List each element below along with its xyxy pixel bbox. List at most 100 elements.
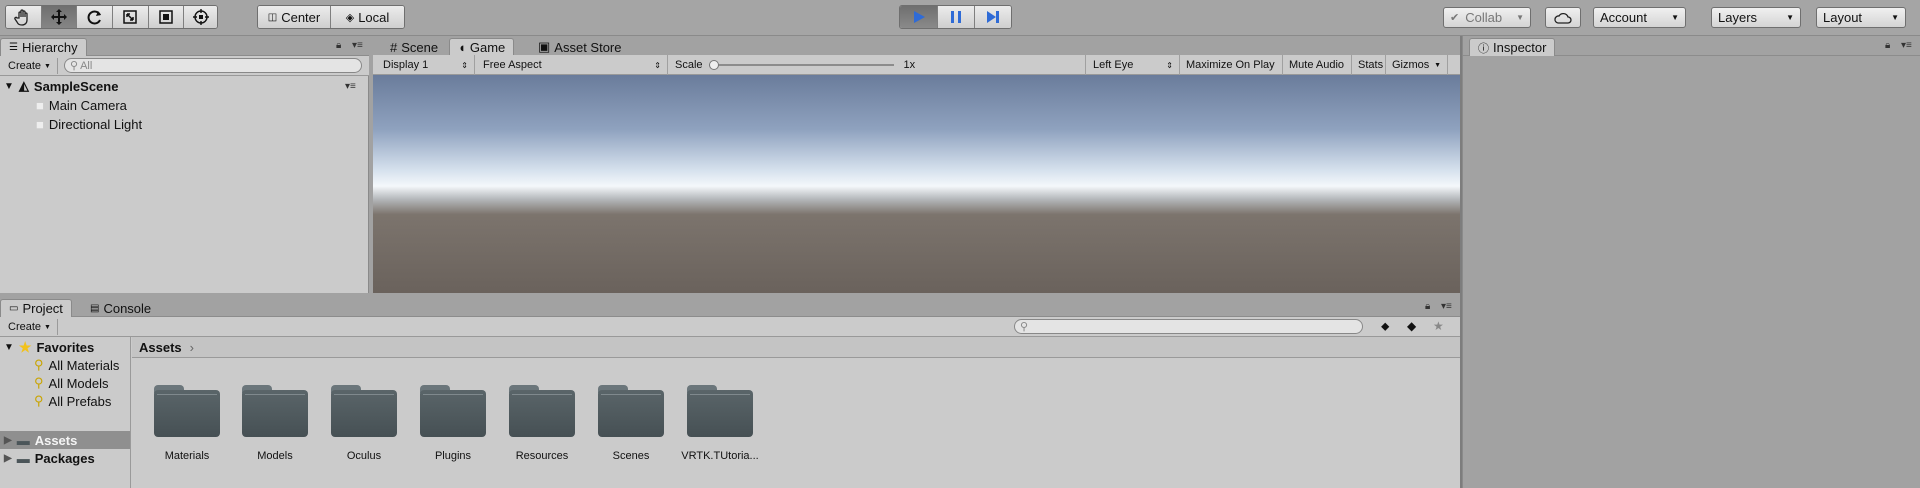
- gameobject-cube-icon: ■: [36, 97, 44, 113]
- pause-icon[interactable]: [938, 6, 975, 28]
- display-dropdown[interactable]: Display 1 ⇕: [377, 55, 475, 75]
- cloud-icon: [1554, 12, 1572, 24]
- cube-icon: ◈: [345, 11, 355, 24]
- layers-dropdown[interactable]: Layers ▼: [1711, 7, 1801, 28]
- layout-dropdown[interactable]: Layout ▼: [1816, 7, 1906, 28]
- search-placeholder: All: [80, 59, 93, 72]
- breadcrumb-assets[interactable]: Assets: [139, 340, 182, 355]
- hierarchy-item-main-camera[interactable]: ■ Main Camera: [36, 96, 127, 114]
- scale-value: 1x: [903, 59, 916, 71]
- hierarchy-subbar: Create ▼ ⚲ All: [0, 56, 369, 76]
- scale-tool-icon[interactable]: [112, 6, 149, 28]
- hierarchy-item-directional-light[interactable]: ■ Directional Light: [36, 115, 142, 133]
- layout-label: Layout: [1823, 10, 1863, 25]
- favorite-label: All Materials: [48, 357, 120, 373]
- chevron-down-icon: ▼: [1516, 13, 1524, 22]
- chevron-down-icon: ▼: [44, 62, 51, 70]
- favorite-all-models[interactable]: ⚲ All Models: [34, 374, 109, 392]
- scale-slider[interactable]: [708, 60, 894, 70]
- panel-splitter[interactable]: [1460, 36, 1462, 488]
- rect-tool-icon[interactable]: [148, 6, 185, 28]
- favorite-all-prefabs[interactable]: ⚲ All Prefabs: [34, 392, 111, 410]
- stats-toggle[interactable]: Stats: [1352, 55, 1386, 75]
- scale-slider-group: Scale 1x: [669, 55, 1086, 75]
- hierarchy-item-label: Directional Light: [48, 116, 143, 132]
- scene-menu-icon[interactable]: ▾≡: [345, 81, 356, 92]
- chevron-down-icon: ▼: [1891, 13, 1899, 22]
- scale-label: Scale: [675, 59, 703, 71]
- aspect-label: Free Aspect: [483, 59, 542, 71]
- game-view[interactable]: [373, 75, 1460, 293]
- step-icon[interactable]: [975, 6, 1011, 28]
- chevron-right-icon: ›: [189, 339, 194, 355]
- expand-arrow-icon: ▼: [4, 341, 14, 353]
- tree-item-packages[interactable]: ▶ ▬ Packages: [4, 449, 95, 467]
- move-tool-icon[interactable]: [41, 6, 78, 28]
- gizmos-dropdown[interactable]: Gizmos ▼: [1386, 55, 1448, 75]
- panel-menu-icon[interactable]: ▾≡: [1441, 301, 1452, 312]
- folder-icon[interactable]: [154, 385, 220, 439]
- transform-tool-icon[interactable]: [184, 6, 217, 28]
- tab-console-label: Console: [103, 300, 152, 316]
- mute-label: Mute Audio: [1289, 59, 1345, 71]
- scene-name: SampleScene: [33, 78, 119, 94]
- scale-slider-thumb[interactable]: [708, 60, 719, 70]
- project-subbar: Create ▼ ⚲ ⬥ ◆ ★: [0, 317, 1460, 337]
- hierarchy-panel: ☰ Hierarchy 🔒︎ ▾≡ Create ▼ ⚲ All ▼ ◭ Sam…: [0, 36, 369, 293]
- pivot-rotation-button[interactable]: ◈ Local: [331, 6, 404, 28]
- rotate-tool-icon[interactable]: [77, 6, 113, 28]
- favorite-all-materials[interactable]: ⚲ All Materials: [34, 356, 119, 374]
- hand-tool-icon[interactable]: [6, 6, 42, 28]
- tab-asset-store[interactable]: ▣ Asset Store: [530, 38, 630, 56]
- eye-dropdown[interactable]: Left Eye ⇕: [1087, 55, 1180, 75]
- folder-icon[interactable]: [242, 385, 308, 439]
- tab-game[interactable]: ◖ Game: [449, 38, 515, 56]
- lock-icon[interactable]: 🔒︎: [1425, 301, 1430, 312]
- filter-by-label-icon[interactable]: ◆: [1407, 319, 1416, 333]
- folder-icon[interactable]: [509, 385, 575, 439]
- favorites-row[interactable]: ▼ ★ Favorites: [4, 338, 94, 356]
- create-label: Create: [8, 60, 42, 72]
- tab-hierarchy[interactable]: ☰ Hierarchy: [0, 38, 87, 56]
- panel-menu-icon[interactable]: ▾≡: [352, 40, 363, 51]
- account-dropdown[interactable]: Account ▼: [1593, 7, 1686, 28]
- folder-icon[interactable]: [420, 385, 486, 439]
- scene-row[interactable]: ▼ ◭ SampleScene: [4, 77, 118, 95]
- hierarchy-create-button[interactable]: Create ▼: [2, 58, 58, 74]
- tab-scene-label: Scene: [401, 39, 439, 55]
- folder-label: VRTK.TUtoria...: [681, 450, 759, 462]
- panel-menu-icon[interactable]: ▾≡: [1901, 40, 1912, 51]
- updown-icon: ⇕: [654, 60, 661, 70]
- play-controls: [899, 5, 1012, 29]
- folder-icon[interactable]: [687, 385, 753, 439]
- project-search-input[interactable]: ⚲: [1014, 319, 1363, 334]
- tab-project[interactable]: ▭ Project: [0, 299, 72, 317]
- mute-audio-toggle[interactable]: Mute Audio: [1283, 55, 1352, 75]
- tab-console[interactable]: ▤ Console: [82, 299, 159, 317]
- project-create-button[interactable]: Create ▼: [2, 319, 58, 335]
- cloud-button[interactable]: [1545, 7, 1581, 28]
- hierarchy-search-input[interactable]: ⚲ All: [64, 58, 362, 73]
- stats-label: Stats: [1358, 59, 1384, 71]
- project-tabbar: ▭ Project ▤ Console 🔒︎ ▾≡: [0, 297, 1460, 317]
- store-bag-icon: ▣: [538, 39, 551, 54]
- tab-scene[interactable]: # Scene: [382, 38, 446, 56]
- play-icon[interactable]: [900, 6, 938, 28]
- tree-item-assets[interactable]: ▶ ▬ Assets: [0, 431, 130, 449]
- tab-inspector[interactable]: ⓘ Inspector: [1469, 38, 1556, 56]
- lock-icon[interactable]: 🔒︎: [1885, 40, 1890, 51]
- aspect-dropdown[interactable]: Free Aspect ⇕: [477, 55, 668, 75]
- favorite-star-icon[interactable]: ★: [1433, 319, 1444, 333]
- collab-dropdown[interactable]: ✔ Collab ▼: [1443, 7, 1531, 28]
- lock-icon[interactable]: 🔒︎: [336, 40, 341, 51]
- folder-icon[interactable]: [598, 385, 664, 439]
- project-tree: ▼ ★ Favorites ⚲ All Materials ⚲ All Mode…: [0, 337, 131, 488]
- folder-icon[interactable]: [331, 385, 397, 439]
- tab-asset-store-label: Asset Store: [554, 39, 622, 55]
- favorite-label: All Models: [48, 375, 109, 391]
- filter-by-type-icon[interactable]: ⬥: [1381, 319, 1389, 334]
- maximize-on-play-toggle[interactable]: Maximize On Play: [1180, 55, 1283, 75]
- maximize-label: Maximize On Play: [1186, 59, 1275, 71]
- pivot-mode-button[interactable]: ◫ Center: [258, 6, 331, 28]
- pivot-center-icon: ◫: [267, 11, 278, 23]
